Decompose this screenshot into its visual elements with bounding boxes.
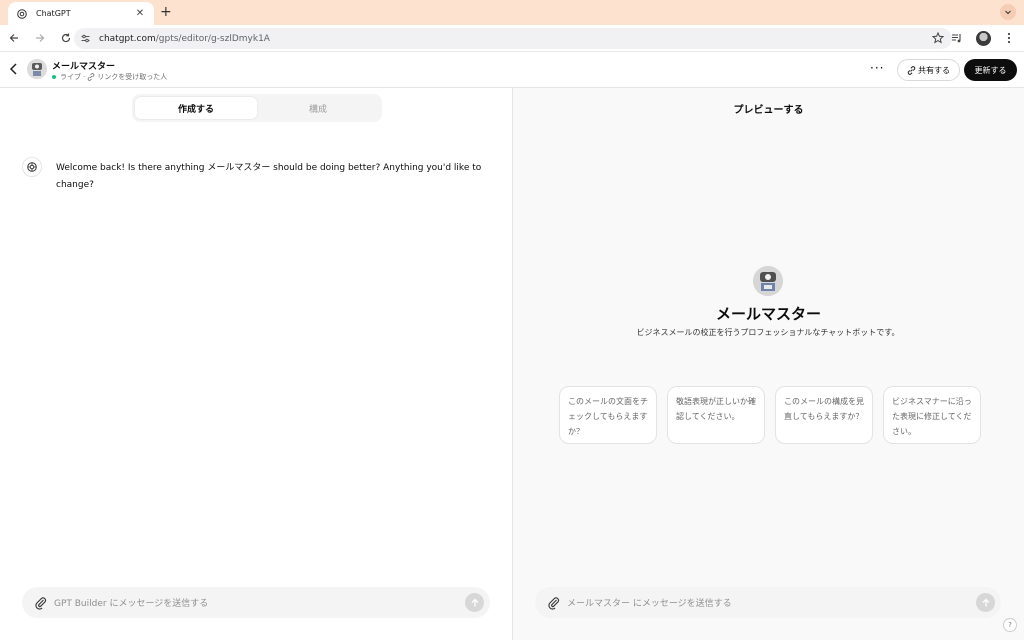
share-button[interactable]: 共有する (897, 59, 960, 81)
preview-gpt-avatar (753, 266, 783, 296)
preview-message-input[interactable]: メールマスター にメッセージを送信する (567, 596, 976, 609)
send-button[interactable] (976, 593, 995, 612)
tab-create[interactable]: 作成する (135, 97, 257, 119)
starter-card[interactable]: ビジネスマナーに沿った表現に修正してください。 (883, 386, 981, 444)
preview-pane: プレビューする メールマスター ビジネスメールの校正を行うプロフェッショナルなチ… (513, 88, 1024, 640)
send-button[interactable] (465, 593, 484, 612)
builder-message-text: Welcome back! Is there anything メールマスター … (56, 163, 482, 190)
media-controls-icon[interactable] (948, 29, 966, 47)
browser-toolbar: chatgpt.com/gpts/editor/g-szlDmyk1A (0, 25, 1024, 52)
profile-avatar[interactable] (974, 29, 992, 47)
preview-gpt-name: メールマスター (715, 305, 821, 323)
back-arrow-icon[interactable] (2, 26, 26, 50)
paperclip-icon[interactable] (547, 596, 561, 610)
gpt-editor-header: メールマスター ライブ · リンクを受け取った人 ··· 共有する 更新する (0, 52, 1024, 88)
tab-configure[interactable]: 構成 (257, 97, 379, 119)
tab-close-icon[interactable]: ✕ (134, 8, 146, 19)
url-text: chatgpt.com/gpts/editor/g-szlDmyk1A (99, 34, 270, 44)
gpt-avatar (27, 59, 47, 79)
share-label: 共有する (918, 65, 950, 75)
builder-pane: 作成する 構成 Welcome back! Is there anything … (0, 88, 512, 640)
url-host: chatgpt.com (99, 33, 156, 44)
profile-avatar-image (975, 30, 991, 46)
bookmark-star-icon[interactable] (932, 32, 944, 44)
update-button[interactable]: 更新する (964, 59, 1017, 81)
builder-message-input[interactable]: GPT Builder にメッセージを送信する (54, 596, 465, 609)
starter-card[interactable]: このメールの構成を見直してもらえますか？ (775, 386, 873, 444)
help-button[interactable]: ? (1003, 618, 1017, 632)
preview-gpt-description: ビジネスメールの校正を行うプロフェッショナルなチャットボットです。 (636, 328, 900, 337)
more-options-button[interactable]: ··· (870, 62, 884, 74)
starter-card[interactable]: このメールの文面をチェックしてもらえますか？ (559, 386, 657, 444)
link-icon (907, 65, 916, 75)
toolbar-actions (948, 29, 1018, 47)
builder-composer: GPT Builder にメッセージを送信する (22, 587, 490, 618)
link-icon (87, 73, 95, 81)
status-live-label: ライブ (60, 73, 81, 81)
preview-title: プレビューする (733, 105, 804, 116)
paperclip-icon[interactable] (34, 596, 48, 610)
browser-tab-strip: ChatGPT ✕ + (0, 0, 1024, 25)
browser-menu-icon[interactable] (1000, 29, 1018, 47)
site-settings-icon[interactable] (80, 33, 91, 44)
starter-card[interactable]: 敬語表現が正しいか確認してください。 (667, 386, 765, 444)
builder-message: Welcome back! Is there anything メールマスター … (22, 157, 482, 194)
forward-arrow-icon[interactable] (28, 26, 52, 50)
status-audience: リンクを受け取った人 (97, 73, 168, 81)
status-separator: · (83, 73, 86, 81)
url-path: /gpts/editor/g-szlDmyk1A (155, 33, 270, 44)
browser-tab[interactable]: ChatGPT ✕ (8, 2, 154, 25)
openai-favicon-icon (16, 8, 28, 20)
preview-composer: メールマスター にメッセージを送信する (535, 587, 1001, 618)
chevron-left-icon[interactable] (8, 62, 20, 76)
arrow-up-icon (471, 598, 478, 606)
gpt-status: ライブ · リンクを受け取った人 (52, 72, 167, 82)
conversation-starters: このメールの文面をチェックしてもらえますか？ 敬語表現が正しいか確認してください… (559, 386, 981, 444)
tab-search-button[interactable] (1000, 4, 1016, 20)
address-bar[interactable]: chatgpt.com/gpts/editor/g-szlDmyk1A (74, 28, 952, 49)
live-status-dot (52, 75, 56, 79)
openai-logo-icon (22, 157, 42, 177)
builder-mode-tabs: 作成する 構成 (132, 94, 382, 122)
chevron-down-icon (1005, 10, 1011, 15)
new-tab-button[interactable]: + (160, 5, 172, 19)
tab-title: ChatGPT (36, 9, 71, 18)
arrow-up-icon (982, 598, 989, 606)
gpt-name: メールマスター (52, 62, 116, 72)
